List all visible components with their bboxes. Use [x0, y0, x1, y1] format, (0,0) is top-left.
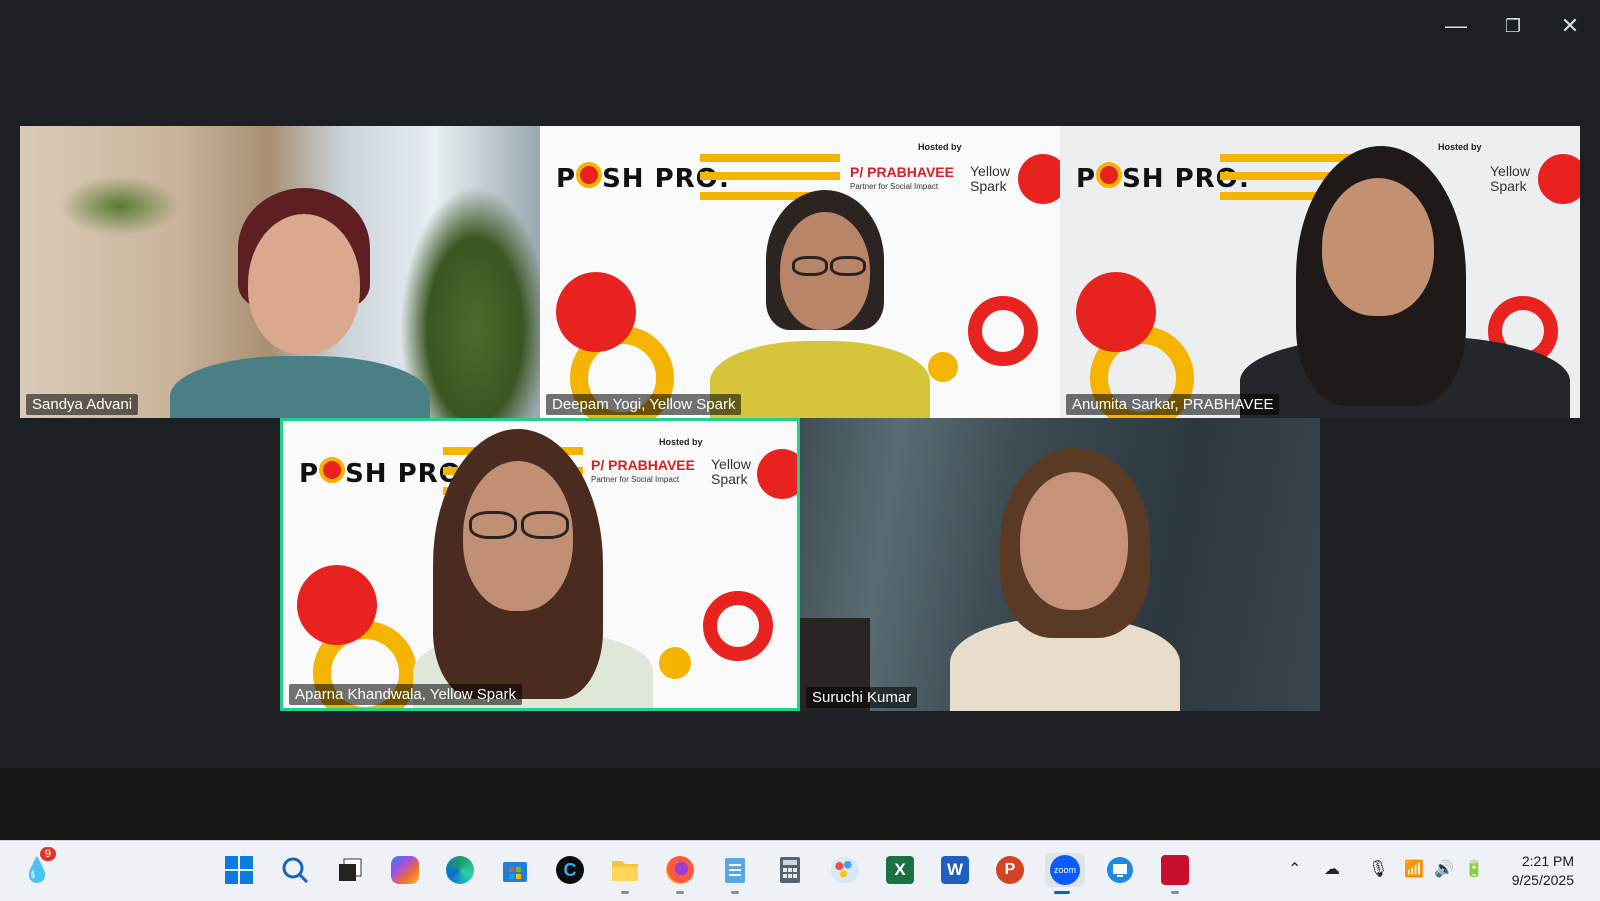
folder-icon	[612, 861, 638, 881]
red-circle-decoration	[1018, 154, 1060, 204]
windows-logo-icon	[225, 856, 253, 884]
taskbar: 💧 9 C X W P zoom ⌃ ☁ 🎙 📶 🔊 🔋 2:21 PM 9/2…	[0, 840, 1600, 901]
wifi-icon: 📶	[1404, 861, 1424, 878]
file-explorer-button[interactable]	[608, 853, 642, 894]
firefox-button[interactable]	[663, 853, 697, 894]
hosted-by-label: Hosted by	[918, 142, 962, 152]
search-icon	[282, 857, 309, 884]
microphone-icon: 🎙	[1368, 861, 1389, 878]
video-tile-deepam[interactable]: P SH PRO: Hosted by P/ PRABHAVEE Partner f…	[540, 126, 1060, 418]
calculator-icon	[780, 857, 800, 883]
calculator-button[interactable]	[773, 853, 807, 887]
show-hidden-icons-button[interactable]: ⌃	[1288, 859, 1301, 879]
yellow-dot-decoration	[659, 647, 691, 679]
paint-icon	[831, 857, 859, 883]
search-button[interactable]	[278, 853, 312, 887]
participant-name: Aparna Khandwala, Yellow Spark	[289, 684, 522, 705]
battery-icon: 🔋	[1464, 861, 1484, 878]
video-tile-aparna[interactable]: P SH PRO: Hosted by P/ PRABHAVEE Partner f…	[280, 418, 800, 711]
minimize-button[interactable]: —	[1436, 8, 1476, 44]
paint-button[interactable]	[828, 853, 862, 887]
yellow-spark-logo: Yellow Spark	[970, 163, 1010, 194]
stripe-decoration	[1220, 154, 1360, 162]
date-label: 9/25/2025	[1511, 872, 1574, 888]
store-icon	[503, 862, 527, 882]
red-ring-decoration	[968, 296, 1038, 366]
word-icon: W	[941, 856, 969, 884]
acrobat-button[interactable]	[1158, 853, 1192, 894]
widgets-button[interactable]: 💧 9	[20, 847, 56, 887]
zoom-button[interactable]: zoom	[1045, 853, 1085, 894]
chevron-up-icon: ⌃	[1288, 861, 1302, 878]
volume-button[interactable]: 🔊	[1434, 859, 1454, 879]
firefox-icon	[666, 856, 694, 884]
onedrive-button[interactable]: ☁	[1324, 859, 1340, 879]
participant-name: Sandya Advani	[26, 394, 139, 415]
meeting-footer-area	[0, 768, 1600, 840]
clock[interactable]: 2:21 PM 9/25/2025	[1512, 852, 1574, 890]
notification-badge: 9	[39, 847, 56, 861]
red-circle-decoration	[556, 272, 636, 352]
time-label: 2:21 PM	[1521, 853, 1574, 869]
c-circle-icon: C	[556, 856, 584, 884]
task-view-button[interactable]	[333, 853, 367, 887]
close-button[interactable]: ✕	[1550, 8, 1590, 44]
shelf-decoration	[60, 176, 180, 236]
edge-button[interactable]	[443, 853, 477, 887]
yellow-dot-decoration	[928, 352, 958, 382]
task-view-icon	[339, 858, 362, 881]
remote-desktop-button[interactable]	[1103, 853, 1137, 887]
zoom-icon: zoom	[1050, 855, 1080, 885]
copilot-button[interactable]	[388, 853, 422, 887]
hosted-by-label: Hosted by	[1438, 142, 1482, 152]
stripe-decoration	[700, 154, 840, 162]
notepad-button[interactable]	[718, 853, 752, 894]
prabhavee-logo: P/ PRABHAVEE Partner for Social Impact	[850, 164, 954, 191]
red-ring-decoration	[703, 591, 773, 661]
cloud-icon: ☁	[1324, 861, 1340, 878]
yellow-spark-logo: Yellow Spark	[711, 456, 751, 487]
store-button[interactable]	[498, 853, 532, 887]
red-circle-decoration	[1538, 154, 1580, 204]
hosted-by-label: Hosted by	[659, 437, 703, 447]
red-circle-decoration	[757, 449, 797, 499]
excel-button[interactable]: X	[883, 853, 917, 887]
start-button[interactable]	[222, 853, 256, 887]
close-icon: ✕	[1560, 13, 1580, 38]
notepad-icon	[725, 858, 745, 883]
participant-name: Deepam Yogi, Yellow Spark	[546, 394, 742, 415]
powerpoint-button[interactable]: P	[993, 853, 1027, 887]
red-circle-decoration	[297, 565, 377, 645]
speaker-icon: 🔊	[1434, 861, 1454, 878]
stripe-decoration	[700, 172, 840, 180]
video-tile-sandya[interactable]: Sandya Advani	[20, 126, 540, 418]
word-button[interactable]: W	[938, 853, 972, 887]
participant-name: Suruchi Kumar	[806, 687, 918, 708]
restore-button[interactable]: ❐	[1493, 8, 1533, 44]
video-tile-suruchi[interactable]: Suruchi Kumar	[800, 418, 1320, 711]
cortana-button[interactable]: C	[553, 853, 587, 887]
video-tile-anumita[interactable]: P SH PRO: Hosted by Yellow Spark Anumita S…	[1060, 126, 1580, 418]
participant-name: Anumita Sarkar, PRABHAVEE	[1066, 394, 1280, 415]
acrobat-icon	[1161, 855, 1189, 885]
red-circle-decoration	[1076, 272, 1156, 352]
minimize-icon: —	[1445, 13, 1467, 38]
restore-icon: ❐	[1504, 15, 1522, 36]
excel-icon: X	[886, 856, 914, 884]
copilot-icon	[391, 856, 419, 884]
prabhavee-logo: P/ PRABHAVEE Partner for Social Impact	[591, 457, 695, 484]
network-button[interactable]: 📶	[1404, 859, 1424, 879]
microphone-button[interactable]: 🎙	[1368, 859, 1388, 879]
powerpoint-icon: P	[996, 856, 1024, 884]
yellow-spark-logo: Yellow Spark	[1490, 163, 1530, 194]
remote-desktop-icon	[1107, 857, 1133, 883]
edge-icon	[446, 856, 474, 884]
battery-button[interactable]: 🔋	[1464, 859, 1484, 879]
